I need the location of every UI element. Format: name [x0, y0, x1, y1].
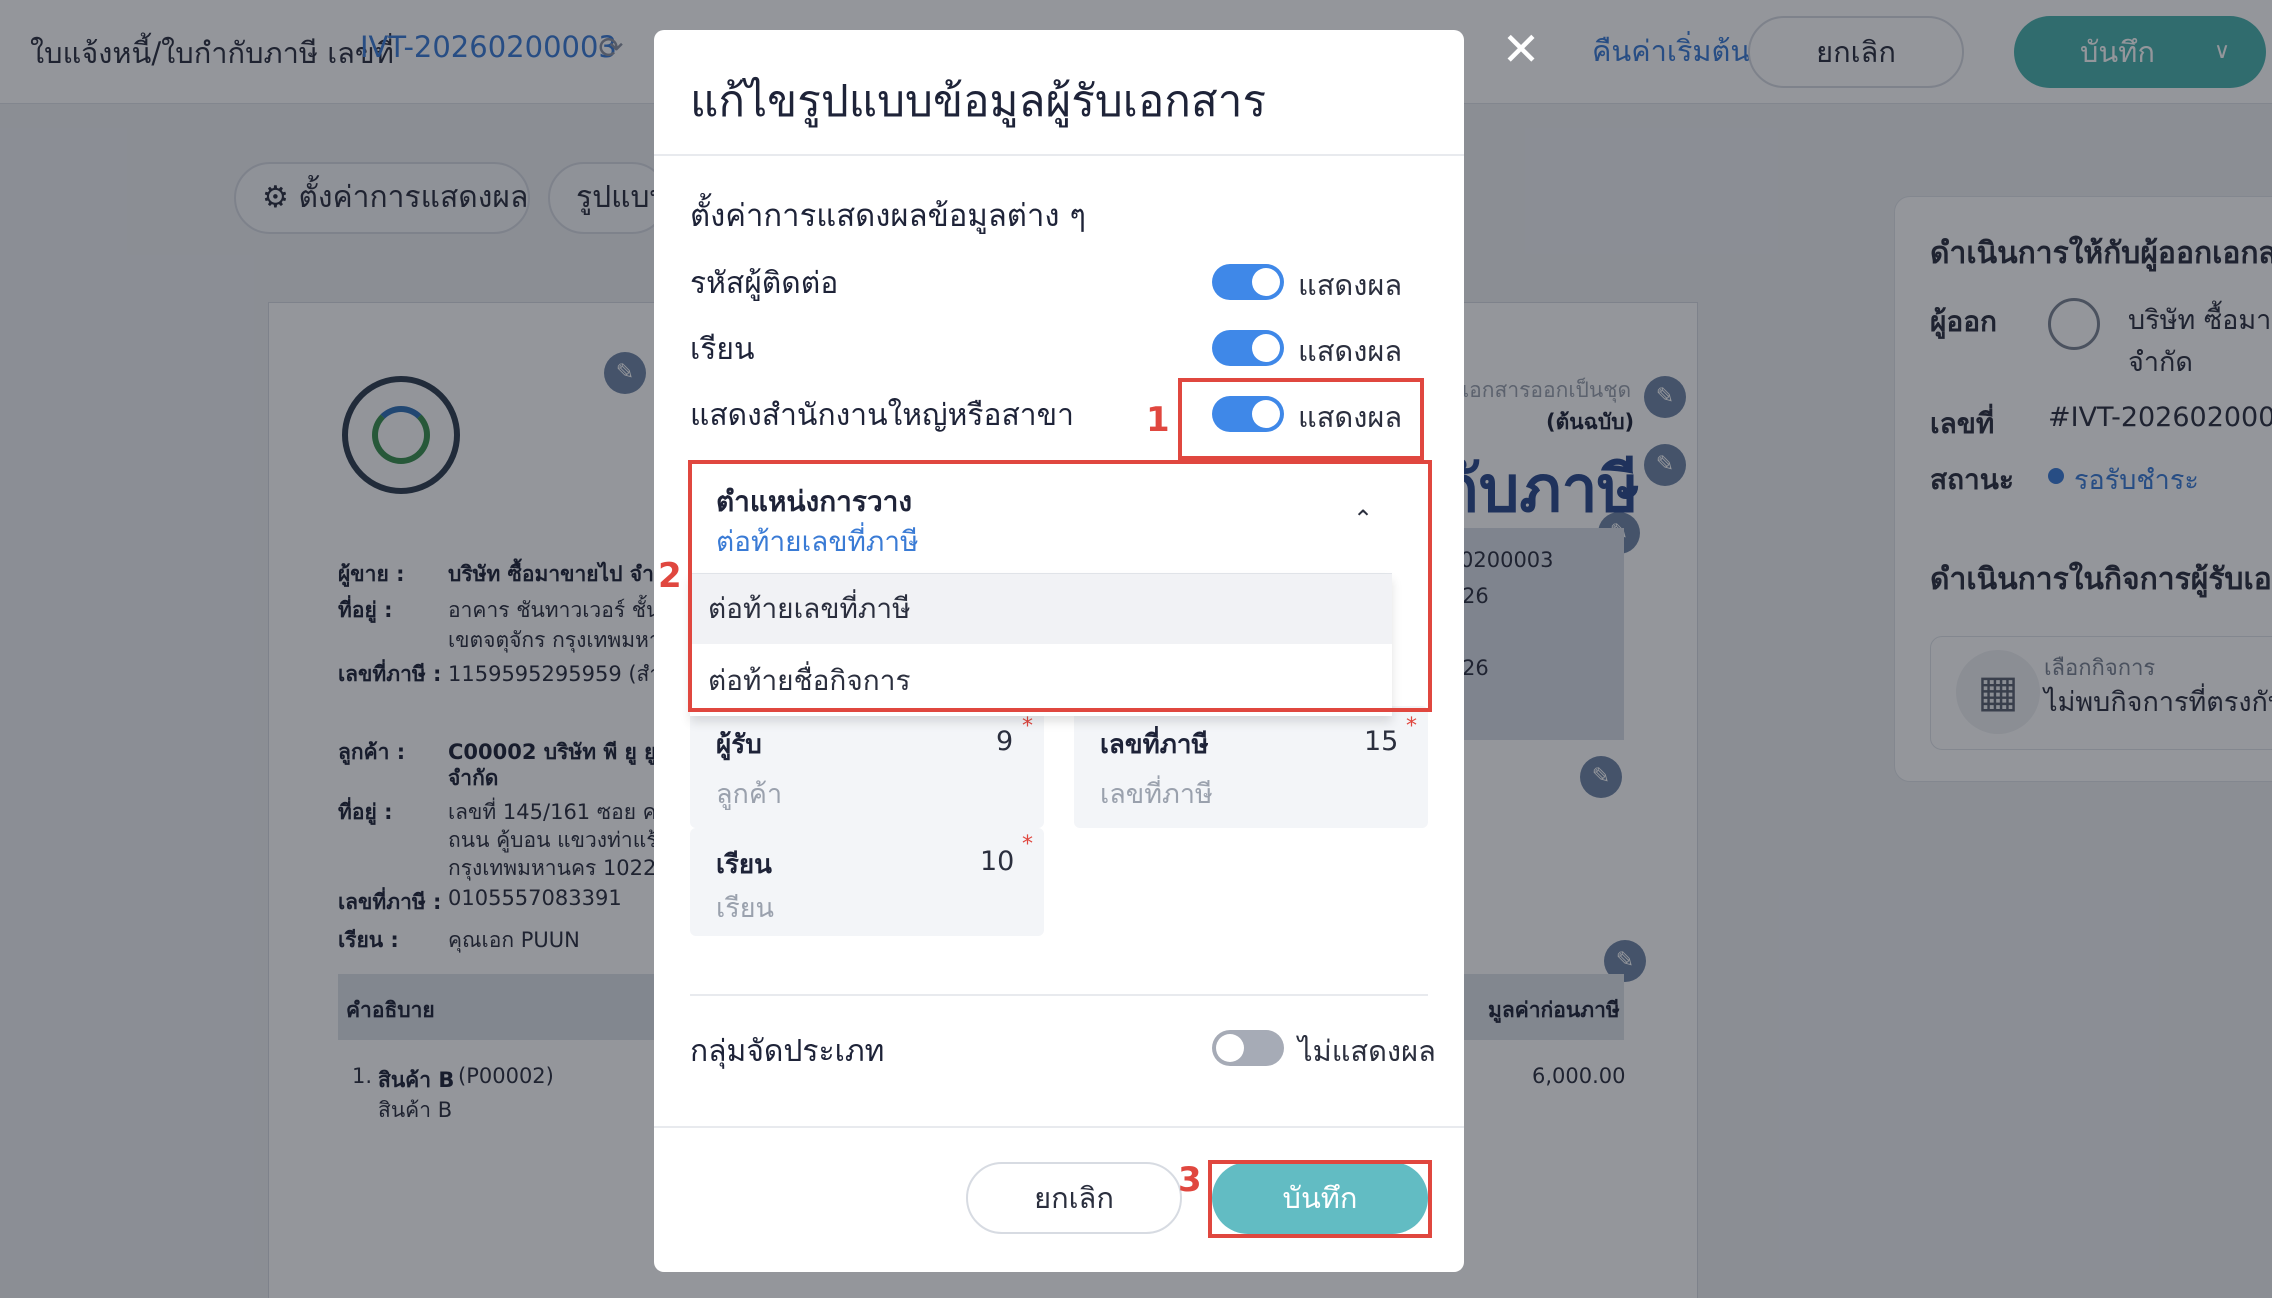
toggle-attn-state: แสดงผล [1298, 334, 1403, 368]
attn-field-number: 10 [980, 846, 1015, 877]
step-number-3: 3 [1178, 1160, 1202, 1200]
toggle-knob [1216, 1034, 1244, 1062]
divider [654, 154, 1464, 156]
toggle-attn[interactable] [1212, 330, 1284, 366]
recipient-field-label: ผู้รับ [716, 730, 762, 760]
modal-title: แก้ไขรูปแบบข้อมูลผู้รับเอกสาร [690, 76, 1267, 127]
required-mark: * [1022, 714, 1033, 739]
toggle-group-state: ไม่แสดงผล [1298, 1034, 1436, 1068]
highlight-box-3 [1208, 1160, 1432, 1238]
toggle-knob [1252, 334, 1280, 362]
attn-field[interactable]: เรียน 10 * เรียน [690, 828, 1044, 936]
row-group-label: กลุ่มจัดประเภท [690, 1034, 885, 1069]
modal-cancel-button[interactable]: ยกเลิก [966, 1162, 1182, 1234]
row-attn-label: เรียน [690, 332, 755, 367]
highlight-box-2 [688, 460, 1432, 712]
section-title: ตั้งค่าการแสดงผลข้อมูลต่าง ๆ [690, 198, 1086, 234]
attn-field-label: เรียน [716, 850, 772, 880]
taxid-field-number: 15 [1364, 726, 1399, 757]
toggle-knob [1252, 268, 1280, 296]
row-branch-label: แสดงสำนักงานใหญ่หรือสาขา [690, 398, 1075, 433]
attn-field-placeholder: เรียน [716, 893, 775, 924]
taxid-field-placeholder: เลขที่ภาษี [1100, 779, 1213, 810]
required-mark: * [1022, 832, 1033, 857]
taxid-field-label: เลขที่ภาษี [1100, 730, 1209, 760]
highlight-box-1 [1178, 378, 1424, 460]
divider [690, 994, 1428, 996]
recipient-field-placeholder: ลูกค้า [716, 779, 783, 810]
toggle-group[interactable] [1212, 1030, 1284, 1066]
toggle-contact-code-state: แสดงผล [1298, 268, 1403, 302]
step-number-2: 2 [658, 556, 682, 596]
recipient-field-number: 9 [996, 726, 1014, 757]
toggle-contact-code[interactable] [1212, 264, 1284, 300]
step-number-1: 1 [1146, 400, 1170, 440]
required-mark: * [1406, 714, 1417, 739]
taxid-field[interactable]: เลขที่ภาษี 15 * เลขที่ภาษี [1074, 706, 1428, 828]
close-icon[interactable]: ✕ [1500, 26, 1542, 72]
divider [654, 1126, 1464, 1128]
row-contact-code-label: รหัสผู้ติดต่อ [690, 266, 839, 301]
recipient-field[interactable]: ผู้รับ 9 * ลูกค้า [690, 706, 1044, 828]
